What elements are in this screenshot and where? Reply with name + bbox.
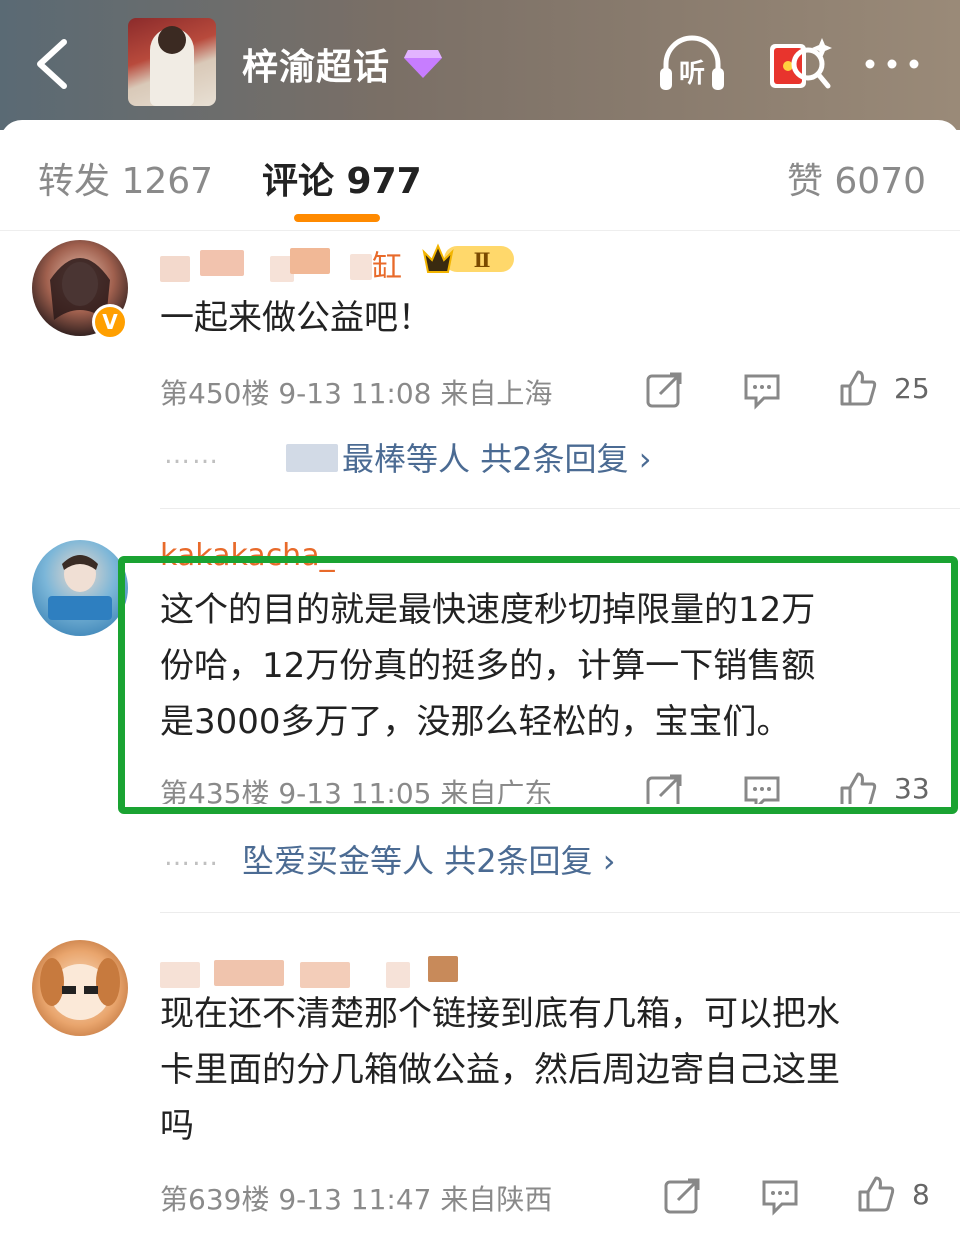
username-tail[interactable]: 缸: [372, 242, 402, 286]
username-blurred: [290, 248, 330, 274]
comment-time: 9-13 11:05: [278, 777, 432, 804]
chevron-right-icon: ›: [638, 440, 652, 478]
username-blurred: [160, 256, 190, 282]
comment-text-line: 这个的目的就是最快速度秒切掉限量的12万: [160, 590, 816, 630]
replies-dots: ……: [164, 842, 220, 872]
topic-title[interactable]: 梓渝超话: [242, 38, 390, 90]
tab-divider: [0, 230, 960, 231]
reply-icon[interactable]: [742, 370, 782, 410]
comment-text-line: 现在还不清楚那个链接到底有几箱，可以把水: [160, 994, 840, 1034]
comment-time: 9-13 11:47: [278, 1183, 432, 1216]
username-blurred: [386, 962, 410, 988]
replies-link[interactable]: 最棒等人 共2条回复 ›: [342, 434, 652, 480]
reply-user-blurred: [286, 444, 338, 472]
username-blurred: [160, 962, 200, 988]
comment-text-line: 卡里面的分几箱做公益，然后周边寄自己这里: [160, 1050, 840, 1090]
comment-divider: [160, 912, 960, 913]
username-blurred: [428, 956, 458, 982]
comment-meta: 第639楼 9-13 11:47 来自陕西: [160, 1178, 552, 1218]
replies-dots: ……: [164, 440, 220, 470]
comment-text-line: 吗: [160, 1106, 194, 1146]
comment-divider: [160, 508, 960, 509]
like-count: 8: [912, 1178, 930, 1211]
chevron-right-icon: ›: [602, 842, 616, 880]
share-icon[interactable]: [644, 370, 684, 410]
reply-icon[interactable]: [742, 772, 782, 804]
comment-text: 一起来做公益吧！: [160, 298, 432, 338]
reply-icon[interactable]: [760, 1176, 800, 1216]
replies-total: 共2条回复: [444, 842, 593, 880]
listen-label: 听: [679, 59, 705, 89]
username-blurred: [214, 960, 284, 986]
share-icon[interactable]: [644, 772, 684, 804]
listen-headphones-icon[interactable]: 听: [656, 34, 728, 94]
badge-level: Ⅱ: [474, 248, 491, 272]
back-icon[interactable]: [30, 36, 74, 92]
avatar[interactable]: [32, 540, 128, 636]
like-icon[interactable]: [838, 368, 878, 408]
username-blurred: [200, 250, 244, 276]
top-bar: 梓渝超话 听: [0, 0, 960, 130]
red-packet-search-icon[interactable]: [764, 34, 836, 94]
more-menu-icon[interactable]: [858, 34, 930, 94]
like-icon[interactable]: [856, 1174, 896, 1214]
replies-link[interactable]: 坠爱买金等人 共2条回复 ›: [242, 836, 616, 882]
avatar[interactable]: [32, 940, 128, 1036]
replies-who: 最棒等人: [342, 440, 471, 478]
topic-cover-image[interactable]: [128, 18, 216, 106]
like-icon[interactable]: [838, 770, 878, 804]
comment-meta: 第435楼 9-13 11:05 来自广东: [160, 772, 552, 804]
active-tab-indicator: [294, 214, 380, 222]
replies-total: 共2条回复: [480, 440, 629, 478]
share-icon[interactable]: [662, 1176, 702, 1216]
floor-number: 第639楼: [160, 1183, 270, 1216]
comment-time: 9-13 11:08: [278, 377, 432, 410]
like-count: 25: [894, 372, 930, 405]
like-count: 33: [894, 772, 930, 804]
comment-location: 来自广东: [440, 777, 553, 804]
comment-location: 来自陕西: [440, 1183, 553, 1216]
floor-number: 第435楼: [160, 777, 270, 804]
comment-meta: 第450楼 9-13 11:08 来自上海: [160, 372, 552, 412]
diamond-badge-icon: [402, 46, 444, 80]
tab-reposts[interactable]: 转发 1267: [38, 152, 213, 204]
replies-who: 坠爱买金等人: [242, 842, 435, 880]
tab-likes[interactable]: 赞 6070: [787, 152, 926, 204]
comment-location: 来自上海: [440, 377, 553, 410]
username-blurred: [300, 962, 350, 988]
verified-badge-icon: V: [92, 304, 128, 340]
comment-text-line: 是3000多万了，没那么轻松的，宝宝们。: [160, 702, 791, 742]
username-blurred: [350, 254, 372, 280]
comment-text-line: 份哈，12万份真的挺多的，计算一下销售额: [160, 646, 816, 686]
crown-level-badge-icon: Ⅱ: [420, 242, 516, 276]
tab-comments[interactable]: 评论 977: [262, 152, 422, 204]
floor-number: 第450楼: [160, 377, 270, 410]
